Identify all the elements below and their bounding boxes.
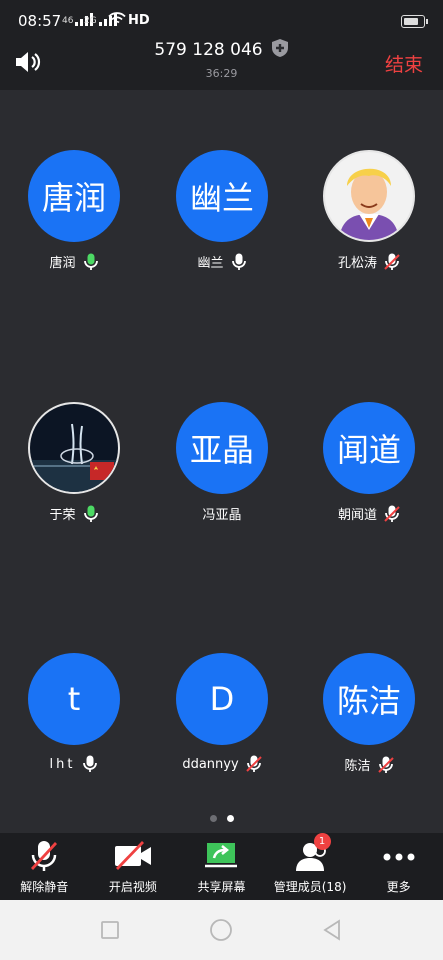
meeting-id[interactable]: 579 128 046 (0, 38, 443, 60)
participant-name: 唐润 (49, 256, 76, 271)
meeting-id-text: 579 128 046 (154, 40, 263, 60)
home-icon[interactable] (209, 918, 233, 942)
start-video-label: 开启视频 (108, 880, 157, 894)
share-screen-icon (205, 843, 238, 868)
participant-tile[interactable]: D ddannyy (148, 593, 296, 793)
shield-icon[interactable] (271, 38, 289, 58)
share-screen-button[interactable]: 共享屏幕 (177, 833, 266, 900)
avatar: 闻道 (323, 402, 415, 494)
participant-tile[interactable]: 幽兰 幽兰 (148, 90, 296, 290)
recent-apps-icon[interactable] (98, 918, 122, 942)
participant-tile[interactable]: 陈洁 陈洁 (295, 593, 443, 793)
participant-tile[interactable]: 闻道 朝闻道 (295, 342, 443, 542)
night-city-avatar-icon (30, 404, 118, 492)
cartoon-avatar-icon (325, 152, 413, 240)
mic-on-icon (83, 505, 98, 522)
avatar: 亚晶 (176, 402, 268, 494)
avatar: D (176, 653, 268, 745)
start-video-button[interactable]: 开启视频 (89, 833, 178, 900)
mic-muted-icon (377, 756, 394, 773)
mic-muted-icon (384, 253, 400, 270)
meeting-duration: 36:29 (205, 67, 238, 80)
manage-members-button[interactable]: 1 管理成员(18) (266, 833, 355, 900)
more-button[interactable]: 更多 (354, 833, 443, 900)
back-icon[interactable] (320, 918, 344, 942)
battery-icon (401, 15, 428, 28)
mic-muted-icon (384, 505, 400, 522)
system-nav-bar (0, 900, 443, 960)
participant-name: 冯亚晶 (202, 508, 242, 523)
more-dots-icon (383, 853, 415, 861)
mic-on-icon (83, 253, 98, 270)
manage-members-label: 管理成员(18) (273, 880, 347, 894)
participant-tile[interactable]: 唐润 唐润 (0, 90, 148, 290)
mic-on-icon (83, 755, 98, 772)
participant-name: 陈洁 (344, 759, 371, 774)
participant-name: lht (49, 756, 76, 772)
participant-tile[interactable]: t lht (0, 593, 148, 793)
meeting-toolbar: 解除静音 开启视频 共享屏幕 1 管理成员(18) 更多 (0, 833, 443, 900)
participant-tile[interactable]: 孔松涛 (295, 90, 443, 290)
notification-badge: 1 (313, 833, 331, 850)
share-screen-label: 共享屏幕 (197, 880, 246, 894)
unmute-label: 解除静音 (20, 880, 69, 894)
avatar: t (28, 653, 120, 745)
unmute-button[interactable]: 解除静音 (0, 833, 89, 900)
participant-name: 幽兰 (197, 256, 224, 271)
participant-tile[interactable]: 于荣 (0, 342, 148, 542)
mic-on-icon (231, 253, 246, 270)
avatar: 唐润 (28, 150, 120, 242)
avatar: 陈洁 (323, 653, 415, 745)
page-dot-active[interactable] (226, 815, 234, 822)
video-off-icon (114, 841, 151, 870)
wifi-icon: HD (108, 12, 150, 28)
end-meeting-button[interactable]: 结束 (385, 50, 423, 77)
participant-name: 孔松涛 (337, 256, 377, 271)
avatar (28, 402, 120, 494)
participant-tile[interactable]: 亚晶 冯亚晶 (148, 342, 296, 542)
avatar: 幽兰 (176, 150, 268, 242)
avatar (323, 150, 415, 242)
mic-muted-icon (245, 755, 262, 772)
participant-name: ddannyy (182, 756, 239, 772)
participant-name: 于荣 (49, 508, 76, 523)
mic-muted-icon (31, 841, 58, 871)
participant-name: 朝闻道 (337, 508, 377, 523)
more-label: 更多 (386, 880, 411, 894)
page-dot[interactable] (209, 815, 217, 822)
page-indicator[interactable] (0, 815, 443, 822)
participant-grid: 唐润 唐润 幽兰 幽兰 孔松涛 于荣 亚晶 冯亚晶 闻道 朝闻道 t lht D… (0, 90, 443, 830)
status-time: 08:57 (18, 12, 62, 30)
